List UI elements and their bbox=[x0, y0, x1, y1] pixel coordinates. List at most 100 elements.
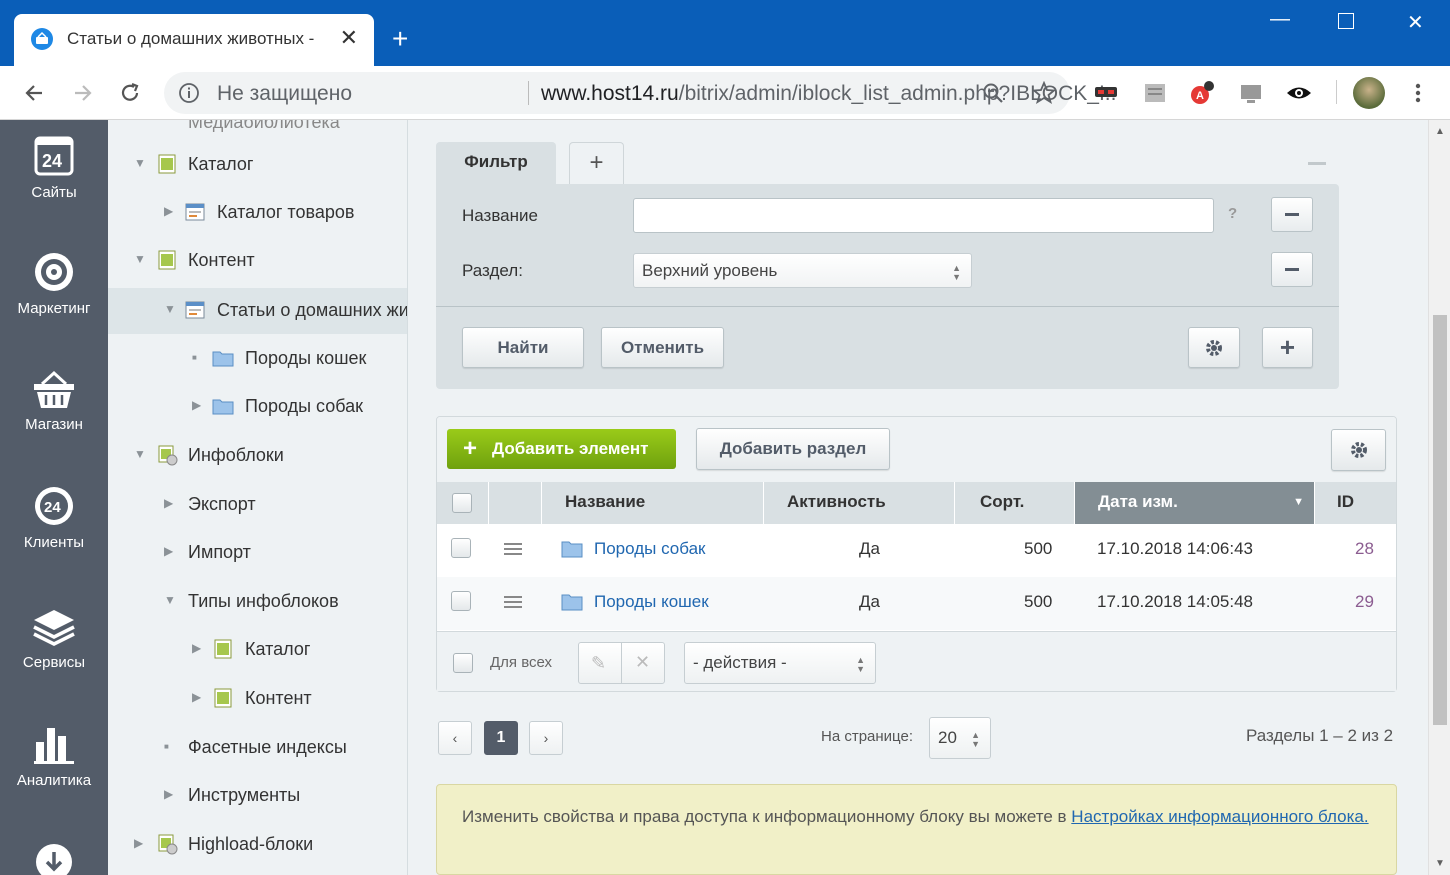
menu-dots-icon[interactable] bbox=[1404, 79, 1432, 107]
sidebar-item-shop[interactable]: Магазин bbox=[0, 370, 108, 433]
per-page-select[interactable]: 20 ▲ ▼ bbox=[929, 717, 991, 759]
sidebar-item-services[interactable]: Сервисы bbox=[0, 606, 108, 671]
filter-name-input[interactable] bbox=[633, 198, 1214, 233]
scroll-down-icon[interactable]: ▼ bbox=[1435, 858, 1445, 869]
close-tab-icon[interactable]: ✕ bbox=[340, 26, 358, 50]
sidebar-item-marketing[interactable]: Маркетинг bbox=[0, 250, 108, 317]
filter-section-select[interactable]: Верхний уровень ▲ ▼ bbox=[633, 253, 972, 288]
sidebar-item-sites[interactable]: 24 Сайты bbox=[0, 134, 108, 201]
filter-settings-button[interactable] bbox=[1188, 327, 1240, 368]
tree-item-highload[interactable]: ▶ Highload-блоки bbox=[108, 822, 407, 868]
minimize-icon[interactable]: — bbox=[1270, 8, 1290, 31]
page-scrollbar[interactable]: ▲ ▼ bbox=[1428, 120, 1450, 875]
sidebar-item-clients[interactable]: 24 Клиенты bbox=[0, 486, 108, 551]
tree-item-import[interactable]: ▶ Импорт bbox=[108, 530, 407, 576]
add-filter-tab-button[interactable]: + bbox=[569, 142, 624, 184]
select-all-checkbox[interactable] bbox=[452, 493, 472, 513]
expanded-arrow-icon[interactable]: ▼ bbox=[134, 252, 146, 266]
add-filter-field-button[interactable]: + bbox=[1262, 327, 1313, 368]
collapsed-arrow-icon[interactable]: ▶ bbox=[164, 496, 173, 510]
column-header-sort[interactable]: Сорт. bbox=[954, 482, 1074, 524]
bookmark-star-icon[interactable] bbox=[1032, 81, 1056, 105]
tree-item-catalog-goods[interactable]: ▶ Каталог товаров bbox=[108, 190, 407, 236]
address-bar[interactable]: Не защищено www.host14.ru/bitrix/admin/i… bbox=[164, 72, 1116, 114]
add-element-button[interactable]: + Добавить элемент bbox=[447, 429, 676, 469]
find-button[interactable]: Найти bbox=[462, 327, 584, 368]
row-name-link[interactable]: Породы кошек bbox=[594, 592, 709, 612]
monitor-extension-icon[interactable] bbox=[1237, 79, 1265, 107]
browser-tab[interactable]: Статьи о домашних животных - ✕ bbox=[14, 14, 374, 66]
reader-extension-icon[interactable] bbox=[1141, 79, 1169, 107]
maximize-icon[interactable] bbox=[1338, 13, 1354, 29]
zoom-icon[interactable] bbox=[982, 82, 1004, 104]
column-header-active[interactable]: Активность bbox=[763, 482, 954, 524]
next-page-button[interactable]: › bbox=[529, 721, 563, 755]
row-name-link[interactable]: Породы собак bbox=[594, 539, 705, 559]
new-tab-button[interactable]: + bbox=[392, 24, 408, 54]
tree-item-catalog[interactable]: ▼ Каталог bbox=[108, 142, 407, 188]
expanded-arrow-icon[interactable]: ▼ bbox=[164, 302, 176, 316]
forward-arrow-icon[interactable] bbox=[67, 78, 97, 108]
profile-avatar[interactable] bbox=[1353, 77, 1385, 109]
tree-item-label: Типы инфоблоков bbox=[188, 591, 339, 611]
scrollbar-thumb[interactable] bbox=[1433, 315, 1447, 725]
collapsed-arrow-icon[interactable]: ▶ bbox=[164, 787, 173, 801]
row-checkbox[interactable] bbox=[451, 538, 471, 558]
for-all-checkbox[interactable] bbox=[453, 653, 473, 673]
current-page-button[interactable]: 1 bbox=[484, 721, 518, 755]
tree-item-pet-articles[interactable]: ▼ Статьи о домашних животных bbox=[108, 288, 407, 334]
sidebar-item-analytics[interactable]: Аналитика bbox=[0, 724, 108, 789]
list-settings-button[interactable] bbox=[1331, 429, 1386, 471]
collapsed-arrow-icon[interactable]: ▶ bbox=[192, 690, 201, 704]
add-section-button[interactable]: Добавить раздел bbox=[696, 428, 890, 470]
tree-item-export[interactable]: ▶ Экспорт bbox=[108, 482, 407, 528]
url-text[interactable]: www.host14.ru/bitrix/admin/iblock_list_a… bbox=[541, 82, 1116, 106]
prev-page-button[interactable]: ‹ bbox=[438, 721, 472, 755]
translate-extension-icon[interactable]: A bbox=[1188, 79, 1216, 107]
delete-x-icon[interactable]: ✕ bbox=[635, 652, 650, 673]
collapsed-arrow-icon[interactable]: ▶ bbox=[192, 641, 201, 655]
pencil-icon[interactable]: ✎ bbox=[591, 653, 606, 674]
eye-extension-icon[interactable] bbox=[1285, 79, 1313, 107]
tree-item-type-content[interactable]: ▶ Контент bbox=[108, 676, 407, 722]
close-window-icon[interactable]: ✕ bbox=[1407, 10, 1424, 35]
bullet-icon: ■ bbox=[192, 353, 197, 362]
row-checkbox[interactable] bbox=[451, 591, 471, 611]
reload-icon[interactable] bbox=[115, 78, 145, 108]
column-header-name[interactable]: Название bbox=[541, 482, 763, 524]
collapse-filter-icon[interactable] bbox=[1308, 162, 1326, 165]
back-arrow-icon[interactable] bbox=[20, 78, 50, 108]
iblock-settings-link[interactable]: Настройках информационного блока. bbox=[1071, 807, 1368, 826]
tree-item-content[interactable]: ▼ Контент bbox=[108, 238, 407, 284]
expanded-arrow-icon[interactable]: ▼ bbox=[134, 156, 146, 170]
incognito-extension-icon[interactable] bbox=[1092, 79, 1120, 107]
cancel-button[interactable]: Отменить bbox=[601, 327, 724, 368]
tree-item-iblock-types[interactable]: ▼ Типы инфоблоков bbox=[108, 579, 407, 625]
collapsed-arrow-icon[interactable]: ▶ bbox=[164, 204, 173, 218]
tree-item-cat-breeds[interactable]: ■ Породы кошек bbox=[108, 336, 407, 382]
help-icon[interactable]: ? bbox=[1228, 205, 1237, 222]
table-row[interactable]: Породы собак Да 500 17.10.2018 14:06:43 … bbox=[437, 524, 1396, 577]
row-menu-icon[interactable] bbox=[504, 543, 522, 555]
tree-item-infoblocks[interactable]: ▼ Инфоблоки bbox=[108, 433, 407, 479]
tree-item-facet-indexes[interactable]: ■ Фасетные индексы bbox=[108, 725, 407, 771]
bulk-actions-select[interactable]: - действия - ▲ ▼ bbox=[684, 642, 876, 684]
column-header-date[interactable]: Дата изм. ▼ bbox=[1074, 482, 1314, 524]
row-menu-icon[interactable] bbox=[504, 596, 522, 608]
remove-section-filter-button[interactable] bbox=[1271, 252, 1313, 287]
tree-item-dog-breeds[interactable]: ▶ Породы собак bbox=[108, 384, 407, 430]
scroll-up-icon[interactable]: ▲ bbox=[1435, 126, 1445, 137]
remove-name-filter-button[interactable] bbox=[1271, 197, 1313, 232]
info-icon[interactable] bbox=[178, 82, 200, 104]
column-header-id[interactable]: ID bbox=[1314, 482, 1396, 524]
expanded-arrow-icon[interactable]: ▼ bbox=[164, 593, 176, 607]
expanded-arrow-icon[interactable]: ▼ bbox=[134, 447, 146, 461]
tree-item-type-catalog[interactable]: ▶ Каталог bbox=[108, 627, 407, 673]
table-row[interactable]: Породы кошек Да 500 17.10.2018 14:05:48 … bbox=[437, 577, 1396, 630]
collapsed-arrow-icon[interactable]: ▶ bbox=[134, 836, 143, 850]
collapsed-arrow-icon[interactable]: ▶ bbox=[164, 544, 173, 558]
sidebar-item-cloud[interactable] bbox=[0, 840, 108, 875]
filter-tab[interactable]: Фильтр bbox=[436, 142, 556, 184]
collapsed-arrow-icon[interactable]: ▶ bbox=[192, 398, 201, 412]
tree-item-tools[interactable]: ▶ Инструменты bbox=[108, 773, 407, 819]
